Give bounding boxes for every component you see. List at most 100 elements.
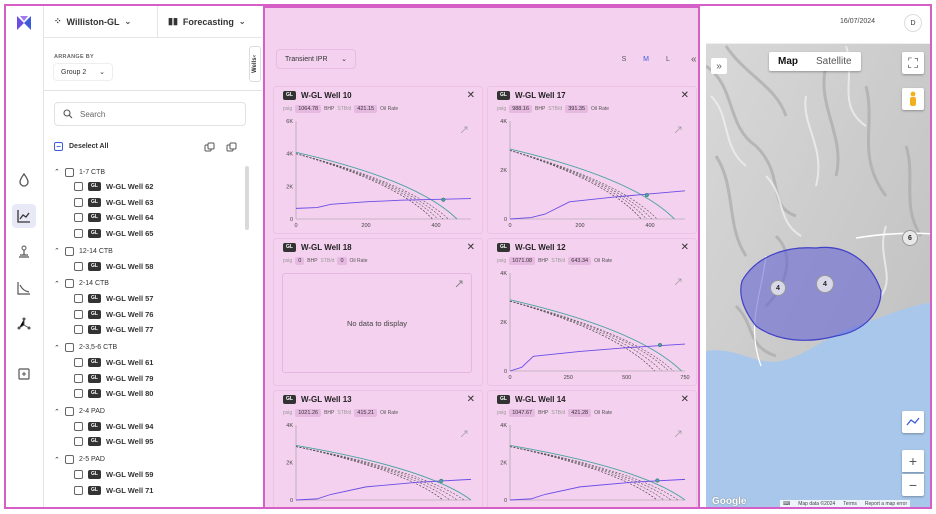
size-small-button[interactable]: S bbox=[617, 52, 631, 66]
scrollbar[interactable] bbox=[245, 166, 249, 230]
keyboard-icon[interactable]: ⌨ bbox=[783, 501, 790, 507]
well-checkbox[interactable] bbox=[74, 373, 83, 383]
duplicate-icon[interactable] bbox=[226, 142, 237, 153]
map-type-satellite-button[interactable]: Satellite bbox=[807, 52, 861, 71]
well-cluster-marker[interactable]: 6 bbox=[902, 230, 918, 246]
size-large-button[interactable]: L bbox=[661, 52, 675, 66]
close-icon[interactable]: ✕ bbox=[681, 90, 689, 101]
group-checkbox[interactable] bbox=[65, 455, 74, 465]
well-checkbox[interactable] bbox=[74, 182, 83, 192]
well-checkbox[interactable] bbox=[74, 358, 83, 368]
well-checkbox[interactable] bbox=[74, 197, 83, 207]
size-medium-button[interactable]: M bbox=[639, 52, 653, 66]
forecast-chart-icon[interactable] bbox=[12, 204, 36, 228]
well-checkbox[interactable] bbox=[74, 421, 83, 431]
ipr-mode-select[interactable]: Transient IPR ⌄ bbox=[277, 50, 355, 68]
graph-nodes-icon[interactable] bbox=[12, 312, 36, 336]
well-list-item[interactable]: GL W-GL Well 95 bbox=[54, 434, 244, 450]
group-checkbox[interactable] bbox=[65, 246, 74, 256]
well-checkbox[interactable] bbox=[74, 309, 83, 319]
chevron-up-icon[interactable]: ⌃ bbox=[54, 247, 60, 255]
expand-icon[interactable] bbox=[460, 430, 468, 438]
map-canvas[interactable] bbox=[706, 6, 932, 509]
arrange-by-select[interactable]: Group 2 ⌄ bbox=[54, 64, 112, 80]
close-icon[interactable]: ✕ bbox=[467, 394, 475, 405]
well-checkbox[interactable] bbox=[74, 485, 83, 495]
module-selector[interactable]: ▮▮ Forecasting ⌄ bbox=[158, 6, 256, 37]
decline-curve-icon[interactable] bbox=[12, 276, 36, 300]
group-checkbox[interactable] bbox=[65, 279, 74, 289]
tree-group[interactable]: ⌃ 2-5 PAD bbox=[54, 453, 244, 467]
expand-icon[interactable] bbox=[460, 126, 468, 134]
tree-group[interactable]: ⌃ 1-7 CTB bbox=[54, 165, 244, 179]
fullscreen-icon[interactable]: ⛶ bbox=[902, 52, 924, 74]
well-checkbox[interactable] bbox=[74, 389, 83, 399]
close-icon[interactable]: ✕ bbox=[681, 242, 689, 253]
well-list-item[interactable]: GL W-GL Well 71 bbox=[54, 482, 244, 498]
deselect-all[interactable]: − Deselect All bbox=[54, 142, 108, 151]
copy-icon[interactable] bbox=[204, 142, 215, 153]
well-list-item[interactable]: GL W-GL Well 61 bbox=[54, 355, 244, 371]
app-logo-icon[interactable] bbox=[15, 14, 33, 32]
collapse-panel-icon[interactable]: « bbox=[691, 54, 697, 65]
well-checkbox[interactable] bbox=[74, 294, 83, 304]
expand-panel-icon[interactable]: » bbox=[711, 58, 727, 74]
expand-icon[interactable] bbox=[455, 280, 463, 288]
well-list-item[interactable]: GL W-GL Well 76 bbox=[54, 307, 244, 323]
chevron-up-icon[interactable]: ⌃ bbox=[54, 344, 60, 352]
well-cluster-marker[interactable]: 4 bbox=[816, 275, 834, 293]
well-list-item[interactable]: GL W-GL Well 63 bbox=[54, 195, 244, 211]
well-list-item[interactable]: GL W-GL Well 59 bbox=[54, 467, 244, 483]
close-icon[interactable]: ✕ bbox=[681, 394, 689, 405]
draw-polyline-icon[interactable] bbox=[902, 411, 924, 433]
report-icon[interactable] bbox=[12, 362, 36, 386]
chevron-up-icon[interactable]: ⌃ bbox=[54, 280, 60, 288]
group-checkbox[interactable] bbox=[65, 407, 74, 417]
street-view-pegman-icon[interactable] bbox=[902, 88, 924, 110]
ipr-chart[interactable]: 0 2K 4K 6K 0 200 400 bbox=[274, 115, 482, 233]
expand-icon[interactable] bbox=[674, 278, 682, 286]
search-input[interactable]: Search bbox=[54, 102, 246, 126]
chevron-up-icon[interactable]: ⌃ bbox=[54, 408, 60, 416]
zoom-in-button[interactable]: + bbox=[902, 450, 924, 472]
expand-icon[interactable] bbox=[674, 126, 682, 134]
map-type-map-button[interactable]: Map bbox=[769, 52, 807, 71]
close-icon[interactable]: ✕ bbox=[467, 242, 475, 253]
wells-panel-toggle[interactable]: Wells ‹ bbox=[249, 46, 261, 82]
asset-selector[interactable]: ⁘ Williston-GL ⌄ bbox=[44, 6, 158, 37]
well-list-item[interactable]: GL W-GL Well 58 bbox=[54, 258, 244, 274]
group-checkbox[interactable] bbox=[65, 343, 74, 353]
ipr-chart[interactable]: 0 2K 4K bbox=[274, 419, 482, 509]
close-icon[interactable]: ✕ bbox=[467, 90, 475, 101]
well-icon[interactable] bbox=[12, 168, 36, 192]
well-checkbox[interactable] bbox=[74, 213, 83, 223]
tree-group[interactable]: ⌃ 12-14 CTB bbox=[54, 244, 244, 258]
well-list-item[interactable]: GL W-GL Well 94 bbox=[54, 419, 244, 435]
well-checkbox[interactable] bbox=[74, 261, 83, 271]
tree-group[interactable]: ⌃ 2-14 CTB bbox=[54, 277, 244, 291]
well-checkbox[interactable] bbox=[74, 325, 83, 335]
ipr-chart[interactable]: 0 2K 4K bbox=[488, 419, 696, 509]
well-list-item[interactable]: GL W-GL Well 77 bbox=[54, 322, 244, 338]
report-error-link[interactable]: Report a map error bbox=[865, 501, 907, 507]
well-list-item[interactable]: GL W-GL Well 57 bbox=[54, 291, 244, 307]
chevron-up-icon[interactable]: ⌃ bbox=[54, 456, 60, 464]
zoom-out-button[interactable]: − bbox=[902, 474, 924, 496]
well-list-item[interactable]: GL W-GL Well 80 bbox=[54, 386, 244, 402]
well-list-item[interactable]: GL W-GL Well 79 bbox=[54, 370, 244, 386]
well-checkbox[interactable] bbox=[74, 437, 83, 447]
well-list-item[interactable]: GL W-GL Well 64 bbox=[54, 210, 244, 226]
tree-group[interactable]: ⌃ 2-3,5-6 CTB bbox=[54, 341, 244, 355]
well-cluster-marker[interactable]: 4 bbox=[770, 280, 786, 296]
expand-icon[interactable] bbox=[674, 430, 682, 438]
ipr-chart[interactable]: 0 2K 4K 0 200 400 bbox=[488, 115, 696, 233]
network-icon[interactable] bbox=[12, 240, 36, 264]
user-avatar[interactable]: D bbox=[904, 14, 922, 32]
well-list-item[interactable]: GL W-GL Well 62 bbox=[54, 179, 244, 195]
deselect-checkbox[interactable]: − bbox=[54, 142, 63, 151]
tree-group[interactable]: ⌃ 2-4 PAD bbox=[54, 405, 244, 419]
group-checkbox[interactable] bbox=[65, 167, 74, 177]
well-checkbox[interactable] bbox=[74, 229, 83, 239]
well-list-item[interactable]: GL W-GL Well 65 bbox=[54, 226, 244, 242]
ipr-chart[interactable]: 0 2K 4K 0 250 500 750 bbox=[488, 267, 696, 385]
